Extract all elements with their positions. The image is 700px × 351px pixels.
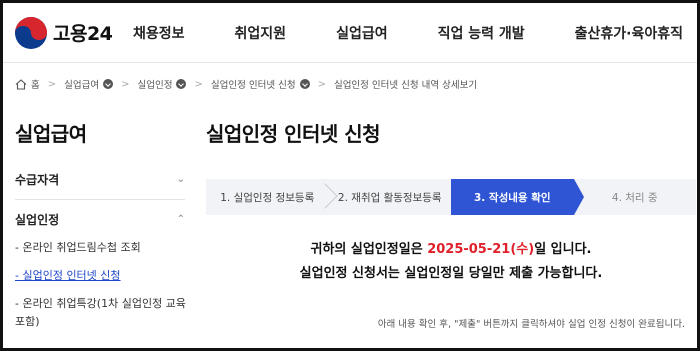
- step-label: 2. 재취업 활동정보등록: [337, 191, 442, 204]
- sidebar-item-label: 수급자격: [15, 173, 60, 187]
- menu-item-employment-support[interactable]: 취업지원: [235, 23, 287, 43]
- notice-date-line: 귀하의 실업인정일은 2025-05-21(수)일 입니다.: [206, 239, 696, 260]
- breadcrumb-home-label: 홈: [31, 80, 40, 91]
- breadcrumb-item-internet-application[interactable]: 실업인정 인터넷 신청: [211, 77, 310, 91]
- sidebar-divider: [15, 199, 185, 200]
- breadcrumb-home[interactable]: 홈: [15, 77, 40, 91]
- sidebar-item-certification[interactable]: 실업인정 ⌃: [15, 211, 185, 228]
- breadcrumb-item-label: 실업급여: [64, 80, 100, 91]
- breadcrumb-item-current: 실업인정 인터넷 신청 내역 상세보기: [334, 77, 477, 91]
- notice-prefix: 귀하의 실업인정일은: [310, 242, 428, 257]
- sidebar-subitem-internet-application[interactable]: - 실업인정 인터넷 신청: [15, 267, 190, 285]
- breadcrumb-item-label: 실업인정 인터넷 신청 내역 상세보기: [333, 80, 478, 91]
- chevron-down-icon[interactable]: [299, 79, 310, 89]
- sidebar-subitem-online-handbook[interactable]: - 온라인 취업드림수첩 조회: [15, 239, 190, 257]
- breadcrumb-item-unemployment-benefit[interactable]: 실업급여: [64, 77, 114, 91]
- certification-notice: 귀하의 실업인정일은 2025-05-21(수)일 입니다. 실업인정 신청서는…: [206, 239, 696, 284]
- notice-submission-rule: 실업인정 신청서는 실업인정일 당일만 제출 가능합니다.: [299, 266, 603, 281]
- progress-steps: 1. 실업인정 정보등록 2. 재취업 활동정보등록 3. 작성내용 확인 4.…: [206, 179, 696, 215]
- step-1: 1. 실업인정 정보등록: [206, 179, 338, 215]
- menu-item-unemployment-benefit[interactable]: 실업급여: [336, 23, 388, 43]
- breadcrumb: 홈 > 실업급여 > 실업인정 > 실업인정 인터넷 신청 > 실업인정 인터넷…: [15, 77, 477, 91]
- breadcrumb-separator-icon: >: [47, 78, 57, 90]
- main-menu: 채용정보 취업지원 실업급여 직업 능력 개발 출산휴가·육아휴직: [133, 23, 697, 43]
- certification-date: 2025-05-21(수): [427, 242, 535, 257]
- sidebar-submenu: - 온라인 취업드림수첩 조회 - 실업인정 인터넷 신청 - 온라인 취업특강…: [15, 239, 190, 331]
- menu-item-vocational-training[interactable]: 직업 능력 개발: [438, 23, 525, 43]
- step-label: 3. 작성내용 확인: [473, 191, 551, 204]
- chevron-down-icon[interactable]: [176, 79, 187, 89]
- step-label: 1. 실업인정 정보등록: [220, 191, 315, 204]
- step-2: 2. 재취업 활동정보등록: [329, 179, 452, 215]
- taegeuk-logo-icon: [15, 16, 47, 49]
- sidebar-subitem-online-lecture[interactable]: - 온라인 취업특강(1차 실업인정 교육 포함): [15, 295, 190, 331]
- step-label: 4. 처리 중: [611, 191, 658, 204]
- step-3-current: 3. 작성내용 확인: [451, 179, 583, 215]
- submit-instruction: 아래 내용 확인 후, "제출" 버튼까지 클릭하셔야 실업 인정 신청이 완료…: [377, 319, 685, 330]
- chevron-down-icon[interactable]: [103, 79, 114, 89]
- breadcrumb-separator-icon: >: [194, 78, 203, 90]
- sidebar-title: 실업급여: [15, 122, 87, 146]
- breadcrumb-item-certification[interactable]: 실업인정: [138, 77, 187, 91]
- chevron-up-icon: ⌃: [176, 214, 185, 225]
- page: 고용24 채용정보 취업지원 실업급여 직업 능력 개발 출산휴가·육아휴직 홈…: [0, 0, 700, 351]
- top-nav: 고용24 채용정보 취업지원 실업급여 직업 능력 개발 출산휴가·육아휴직: [3, 3, 697, 63]
- menu-item-parental-leave[interactable]: 출산휴가·육아휴직: [575, 23, 683, 43]
- breadcrumb-item-label: 실업인정: [137, 80, 173, 91]
- sidebar-item-eligibility[interactable]: 수급자격 ⌄: [15, 171, 185, 188]
- step-4: 4. 처리 중: [574, 179, 697, 215]
- breadcrumb-separator-icon: >: [121, 78, 130, 90]
- notice-suffix: 일 입니다.: [534, 242, 592, 257]
- page-title: 실업인정 인터넷 신청: [206, 122, 381, 146]
- chevron-down-icon: ⌄: [176, 174, 185, 185]
- breadcrumb-item-label: 실업인정 인터넷 신청: [210, 80, 296, 91]
- site-logo[interactable]: 고용24: [15, 16, 133, 49]
- logo-text: 고용24: [53, 23, 113, 45]
- home-icon: [15, 78, 27, 90]
- breadcrumb-separator-icon: >: [317, 78, 326, 90]
- sidebar-item-label: 실업인정: [15, 213, 60, 227]
- menu-item-jobs[interactable]: 채용정보: [133, 23, 185, 43]
